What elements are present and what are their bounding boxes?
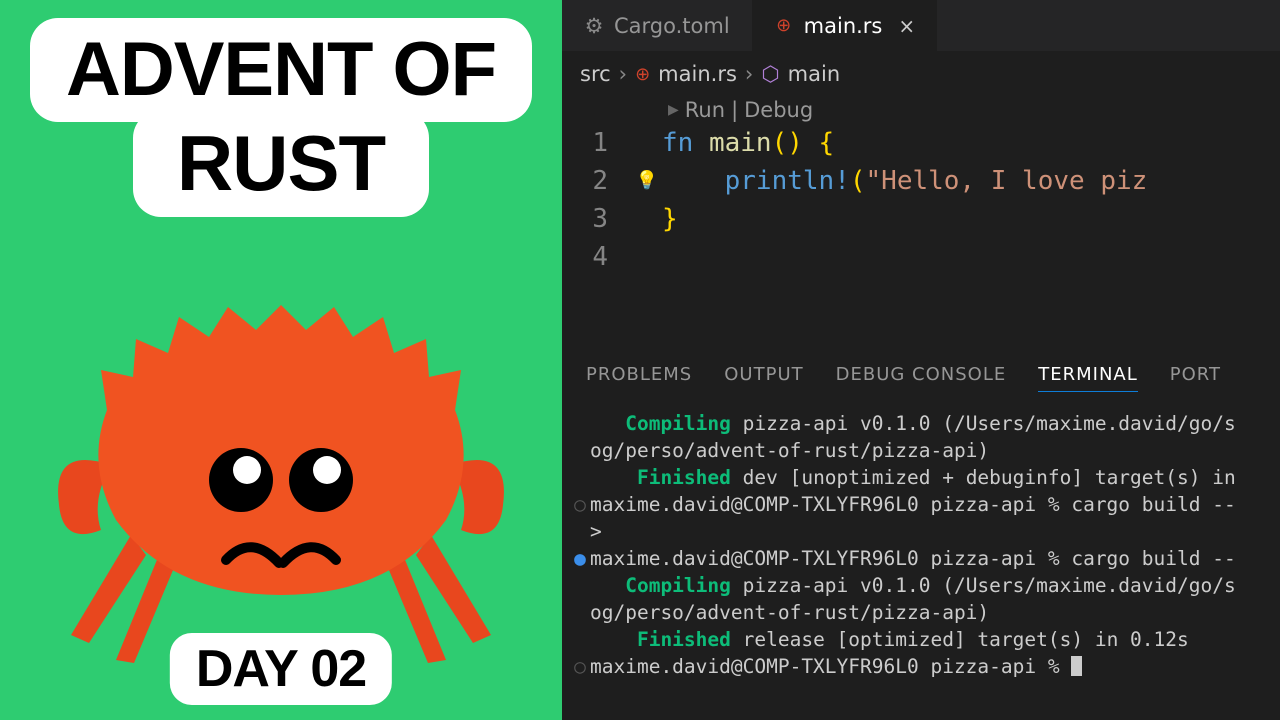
tab-label: Cargo.toml [614, 14, 730, 38]
breadcrumb-fn[interactable]: main [788, 62, 840, 86]
tab-cargo-toml[interactable]: ⚙ Cargo.toml [562, 0, 752, 51]
gutter: 💡 [632, 162, 662, 200]
tab-label: main.rs [804, 14, 883, 38]
terminal-line: > [572, 518, 1280, 545]
terminal-line: Finished release [optimized] target(s) i… [572, 626, 1280, 653]
line-number: 1 [562, 124, 632, 162]
bottom-panel-tabs: PROBLEMS OUTPUT DEBUG CONSOLE TERMINAL P… [562, 348, 1280, 402]
ferris-crab-illustration [41, 265, 521, 669]
gear-icon: ⚙ [584, 16, 604, 36]
terminal-cursor [1071, 656, 1082, 676]
line-number: 3 [562, 200, 632, 238]
chevron-right-icon: › [745, 62, 753, 86]
breadcrumb-file[interactable]: main.rs [658, 62, 737, 86]
rust-icon: ⊕ [635, 64, 650, 85]
terminal-line: Compiling pizza-api v0.1.0 (/Users/maxim… [572, 572, 1280, 599]
code-line-2[interactable]: 2 💡 println!("Hello, I love piz [562, 162, 1280, 200]
rust-icon: ⊕ [774, 16, 794, 36]
panel-tab-output[interactable]: OUTPUT [724, 364, 803, 392]
play-icon: ▶ [668, 102, 679, 118]
line-number: 2 [562, 162, 632, 200]
code-line-3[interactable]: 3 } [562, 200, 1280, 238]
code-editor[interactable]: 1 fn main() { 2 💡 println!("Hello, I lov… [562, 124, 1280, 276]
codelens-run[interactable]: Run [685, 98, 725, 122]
terminal-line: ○maxime.david@COMP-TXLYFR96L0 pizza-api … [572, 653, 1280, 680]
editor-tabs: ⚙ Cargo.toml ⊕ main.rs × [562, 0, 1280, 52]
rust-box: RUST [133, 110, 429, 217]
thumbnail-left-panel: ADVENT OF RUST DAY 02 [0, 0, 562, 720]
terminal-line: og/perso/advent-of-rust/pizza-api) [572, 599, 1280, 626]
terminal-output[interactable]: Compiling pizza-api v0.1.0 (/Users/maxim… [562, 402, 1280, 680]
panel-tab-ports[interactable]: PORT [1170, 364, 1221, 392]
title-line-2: RUST [177, 118, 385, 209]
day-text: DAY 02 [196, 639, 366, 699]
gutter [632, 238, 662, 276]
gutter [632, 124, 662, 162]
terminal-line: ○maxime.david@COMP-TXLYFR96L0 pizza-api … [572, 491, 1280, 518]
codelens-debug[interactable]: Debug [744, 98, 813, 122]
title-box: ADVENT OF [30, 18, 532, 122]
gutter [632, 200, 662, 238]
tab-main-rs[interactable]: ⊕ main.rs × [752, 0, 938, 51]
code-line-4[interactable]: 4 [562, 238, 1280, 276]
lightbulb-icon[interactable]: 💡 [636, 162, 658, 200]
terminal-line: ●maxime.david@COMP-TXLYFR96L0 pizza-api … [572, 545, 1280, 572]
code-line-1[interactable]: 1 fn main() { [562, 124, 1280, 162]
panel-tab-terminal[interactable]: TERMINAL [1038, 364, 1138, 392]
editor-panel: ⚙ Cargo.toml ⊕ main.rs × src › ⊕ main.rs… [562, 0, 1280, 720]
panel-tab-debug-console[interactable]: DEBUG CONSOLE [836, 364, 1007, 392]
terminal-line: Compiling pizza-api v0.1.0 (/Users/maxim… [572, 410, 1280, 437]
line-number: 4 [562, 238, 632, 276]
title-line-1: ADVENT OF [66, 30, 496, 110]
terminal-line: Finished dev [unoptimized + debuginfo] t… [572, 464, 1280, 491]
chevron-right-icon: › [619, 62, 627, 86]
breadcrumb[interactable]: src › ⊕ main.rs › ⬡ main [562, 52, 1280, 96]
code-lens: ▶ Run | Debug [562, 96, 1280, 124]
terminal-line: og/perso/advent-of-rust/pizza-api) [572, 437, 1280, 464]
breadcrumb-src[interactable]: src [580, 62, 611, 86]
panel-tab-problems[interactable]: PROBLEMS [586, 364, 692, 392]
close-icon[interactable]: × [898, 14, 915, 38]
cube-icon: ⬡ [761, 62, 779, 86]
day-box: DAY 02 [170, 633, 392, 705]
